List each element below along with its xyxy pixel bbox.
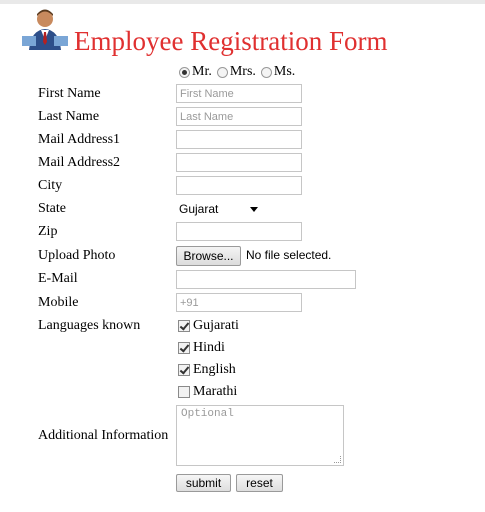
language-label-english: English xyxy=(193,362,236,377)
checkbox-gujarati[interactable] xyxy=(178,320,190,332)
additional-info-label: Additional Information xyxy=(38,428,169,443)
languages-label: Languages known xyxy=(38,318,141,333)
city-input[interactable] xyxy=(176,176,302,195)
page-title: Employee Registration Form xyxy=(74,26,388,56)
language-option-marathi[interactable]: Marathi xyxy=(178,384,237,400)
first-name-input[interactable]: First Name xyxy=(176,84,302,103)
language-option-gujarati[interactable]: Gujarati xyxy=(178,318,239,334)
email-input[interactable] xyxy=(176,270,356,289)
radio-label-ms: Ms. xyxy=(273,64,296,79)
checkbox-hindi[interactable] xyxy=(178,342,190,354)
radio-option-mrs[interactable]: Mrs. xyxy=(216,64,256,80)
language-option-hindi[interactable]: Hindi xyxy=(178,340,225,356)
first-name-label: First Name xyxy=(38,86,101,101)
mail-address2-label: Mail Address2 xyxy=(38,155,121,170)
checkbox-marathi[interactable] xyxy=(178,386,190,398)
state-label: State xyxy=(38,201,66,216)
radio-button-mrs[interactable] xyxy=(216,66,228,78)
chevron-down-icon xyxy=(250,207,258,212)
upload-photo-label: Upload Photo xyxy=(38,248,116,263)
reset-button[interactable]: reset xyxy=(236,474,283,492)
email-label: E-Mail xyxy=(38,271,78,286)
mobile-input[interactable]: +91 xyxy=(176,293,302,312)
radio-label-mr: Mr. xyxy=(192,64,212,79)
language-label-hindi: Hindi xyxy=(193,340,225,355)
checkbox-english[interactable] xyxy=(178,364,190,376)
mail-address1-label: Mail Address1 xyxy=(38,132,121,147)
submit-button[interactable]: submit xyxy=(176,474,231,492)
state-selected-value: Gujarat xyxy=(179,202,219,216)
radio-label-mrs: Mrs. xyxy=(229,64,256,79)
additional-info-textarea[interactable]: Optional xyxy=(176,405,344,466)
language-label-marathi: Marathi xyxy=(193,384,238,399)
page-header: Employee Registration Form xyxy=(22,6,462,58)
zip-label: Zip xyxy=(38,224,58,239)
mail-address2-input[interactable] xyxy=(176,153,302,172)
language-label-gujarati: Gujarati xyxy=(193,318,239,333)
salutation-radio-group: Mr. Mrs. Ms. xyxy=(179,64,300,80)
file-status-text: No file selected. xyxy=(246,248,332,262)
last-name-input[interactable]: Last Name xyxy=(176,107,302,126)
last-name-label: Last Name xyxy=(38,109,100,124)
radio-button-ms[interactable] xyxy=(260,66,272,78)
browser-top-edge xyxy=(0,0,485,4)
radio-option-ms[interactable]: Ms. xyxy=(260,64,296,80)
mail-address1-input[interactable] xyxy=(176,130,302,149)
additional-info-placeholder: Optional xyxy=(181,408,234,420)
browse-button[interactable]: Browse... xyxy=(176,246,241,266)
language-option-english[interactable]: English xyxy=(178,362,236,378)
city-label: City xyxy=(38,178,63,193)
resize-grip-icon[interactable] xyxy=(334,456,341,463)
radio-button-mr[interactable] xyxy=(179,66,190,78)
radio-option-mr[interactable]: Mr. xyxy=(179,64,212,80)
state-select[interactable]: Gujarat xyxy=(176,200,264,218)
zip-input[interactable] xyxy=(176,222,302,241)
employee-avatar-icon xyxy=(22,9,68,50)
mobile-label: Mobile xyxy=(38,295,79,310)
